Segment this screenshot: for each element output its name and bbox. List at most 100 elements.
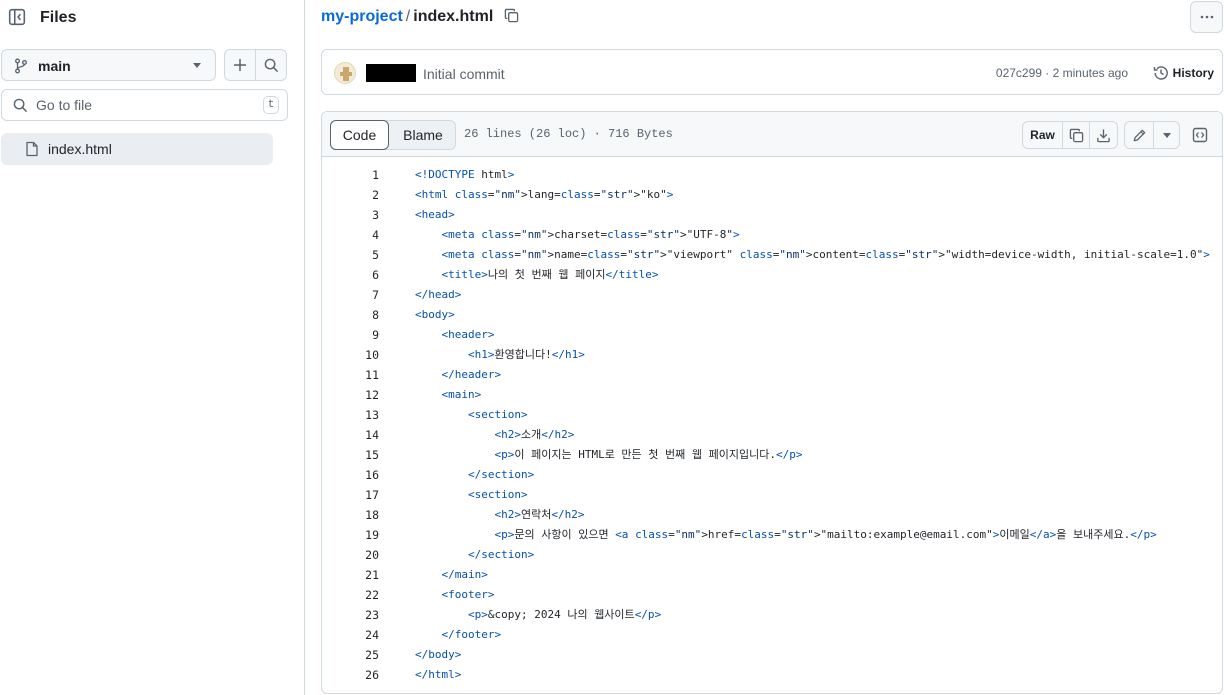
line-number[interactable]: 25	[322, 645, 379, 665]
tab-blame[interactable]: Blame	[391, 121, 455, 149]
collapse-sidebar-button[interactable]	[4, 4, 30, 30]
copy-path-button[interactable]	[504, 8, 519, 23]
raw-button[interactable]: Raw	[1022, 121, 1063, 149]
search-icon	[13, 98, 28, 113]
download-icon	[1096, 128, 1111, 143]
code-line: 21 </main>	[322, 565, 1222, 585]
search-code-button[interactable]	[255, 49, 287, 81]
code-line: 9 <header>	[322, 325, 1222, 345]
go-to-file-field[interactable]: t	[1, 89, 288, 121]
symbols-panel-button[interactable]	[1186, 121, 1214, 149]
breadcrumb-separator: /	[405, 8, 411, 25]
line-source: </body>	[415, 648, 462, 661]
history-icon	[1153, 65, 1173, 81]
history-label: History	[1172, 66, 1214, 80]
line-number[interactable]: 22	[322, 585, 379, 605]
kebab-horizontal-icon	[1199, 9, 1215, 25]
line-source: </head>	[415, 288, 462, 301]
line-source: <p>&copy; 2024 나의 웹사이트</p>	[467, 608, 662, 621]
line-source: <body>	[415, 308, 455, 321]
line-source: <meta class="nm">name=class="str">"viewp…	[441, 248, 1210, 261]
code-line: 12 <main>	[322, 385, 1222, 405]
line-source: <!DOCTYPE html>	[415, 168, 515, 181]
line-source: <h1>환영합니다!</h1>	[467, 348, 585, 361]
pencil-icon	[1132, 128, 1147, 143]
line-source: </footer>	[441, 628, 502, 641]
code-line: 1 <!DOCTYPE html>	[322, 165, 1222, 185]
code-line: 6 <title>나의 첫 번째 웹 페이지</title>	[322, 265, 1222, 285]
chevron-down-icon	[1162, 132, 1171, 138]
line-source: <main>	[441, 388, 482, 401]
line-number[interactable]: 3	[322, 205, 379, 225]
line-number[interactable]: 9	[322, 325, 379, 345]
more-options-button[interactable]	[1190, 1, 1223, 33]
line-source: <header>	[441, 328, 495, 341]
go-to-file-input[interactable]	[36, 95, 256, 115]
line-number[interactable]: 26	[322, 665, 379, 685]
commit-meta[interactable]: 027c299 · 2 minutes ago	[996, 66, 1128, 80]
line-number[interactable]: 13	[322, 405, 379, 425]
line-source: </section>	[467, 468, 535, 481]
avatar[interactable]	[334, 62, 356, 84]
edit-file-button[interactable]	[1124, 121, 1154, 149]
latest-commit-box: Initial commit 027c299 · 2 minutes ago H…	[321, 49, 1223, 95]
code-line: 7 </head>	[322, 285, 1222, 305]
line-source: </main>	[441, 568, 488, 581]
add-file-button[interactable]	[224, 49, 256, 81]
code-square-icon	[1192, 127, 1208, 143]
line-number[interactable]: 14	[322, 425, 379, 445]
copy-icon	[1069, 128, 1084, 143]
line-number[interactable]: 4	[322, 225, 379, 245]
line-number[interactable]: 6	[322, 265, 379, 285]
line-number[interactable]: 7	[322, 285, 379, 305]
copy-raw-button[interactable]	[1062, 121, 1090, 149]
code-line: 11 </header>	[322, 365, 1222, 385]
line-source: </section>	[467, 548, 535, 561]
line-number[interactable]: 24	[322, 625, 379, 645]
line-number[interactable]: 5	[322, 245, 379, 265]
tab-code[interactable]: Code	[330, 120, 389, 150]
line-number[interactable]: 1	[322, 165, 379, 185]
line-source: <section>	[467, 408, 528, 421]
code-line: 14 <h2>소개</h2>	[322, 425, 1222, 445]
commit-message[interactable]: Initial commit	[423, 66, 505, 82]
line-source: <title>나의 첫 번째 웹 페이지</title>	[441, 268, 659, 281]
sidebar-collapse-icon	[8, 8, 26, 26]
line-number[interactable]: 19	[322, 525, 379, 545]
line-number[interactable]: 17	[322, 485, 379, 505]
line-number[interactable]: 16	[322, 465, 379, 485]
breadcrumb-file: index.html	[413, 8, 494, 25]
tree-item-index-html[interactable]: index.html	[1, 133, 273, 165]
line-number[interactable]: 18	[322, 505, 379, 525]
line-number[interactable]: 2	[322, 185, 379, 205]
edit-more-options-button[interactable]	[1153, 121, 1180, 149]
line-number[interactable]: 15	[322, 445, 379, 465]
line-source: <html class="nm">lang=class="str">"ko">	[415, 188, 674, 201]
line-number[interactable]: 8	[322, 305, 379, 325]
code-line: 5 <meta class="nm">name=class="str">"vie…	[322, 245, 1222, 265]
line-number[interactable]: 20	[322, 545, 379, 565]
line-source: <section>	[467, 488, 528, 501]
code-line: 10 <h1>환영합니다!</h1>	[322, 345, 1222, 365]
download-button[interactable]	[1089, 121, 1118, 149]
branch-selector-button[interactable]: main	[1, 49, 216, 81]
breadcrumb-repo-link[interactable]: my-project	[321, 8, 403, 25]
file-header: Code Blame 26 lines (26 loc) · 716 Bytes…	[322, 112, 1222, 157]
code-line: 13 <section>	[322, 405, 1222, 425]
line-number[interactable]: 12	[322, 385, 379, 405]
code-line: 3 <head>	[322, 205, 1222, 225]
history-button[interactable]: History	[1153, 61, 1214, 85]
line-source: </html>	[415, 668, 462, 681]
code-line: 23 <p>&copy; 2024 나의 웹사이트</p>	[322, 605, 1222, 625]
code-line: 25 </body>	[322, 645, 1222, 665]
code-line: 26 </html>	[322, 665, 1222, 685]
code-line: 16 </section>	[322, 465, 1222, 485]
line-source: <p>이 페이지는 HTML로 만든 첫 번째 웹 페이지입니다.</p>	[494, 448, 803, 461]
line-number[interactable]: 11	[322, 365, 379, 385]
code-line: 4 <meta class="nm">charset=class="str">"…	[322, 225, 1222, 245]
line-number[interactable]: 23	[322, 605, 379, 625]
line-number[interactable]: 21	[322, 565, 379, 585]
code-line: 22 <footer>	[322, 585, 1222, 605]
code-line: 24 </footer>	[322, 625, 1222, 645]
line-number[interactable]: 10	[322, 345, 379, 365]
